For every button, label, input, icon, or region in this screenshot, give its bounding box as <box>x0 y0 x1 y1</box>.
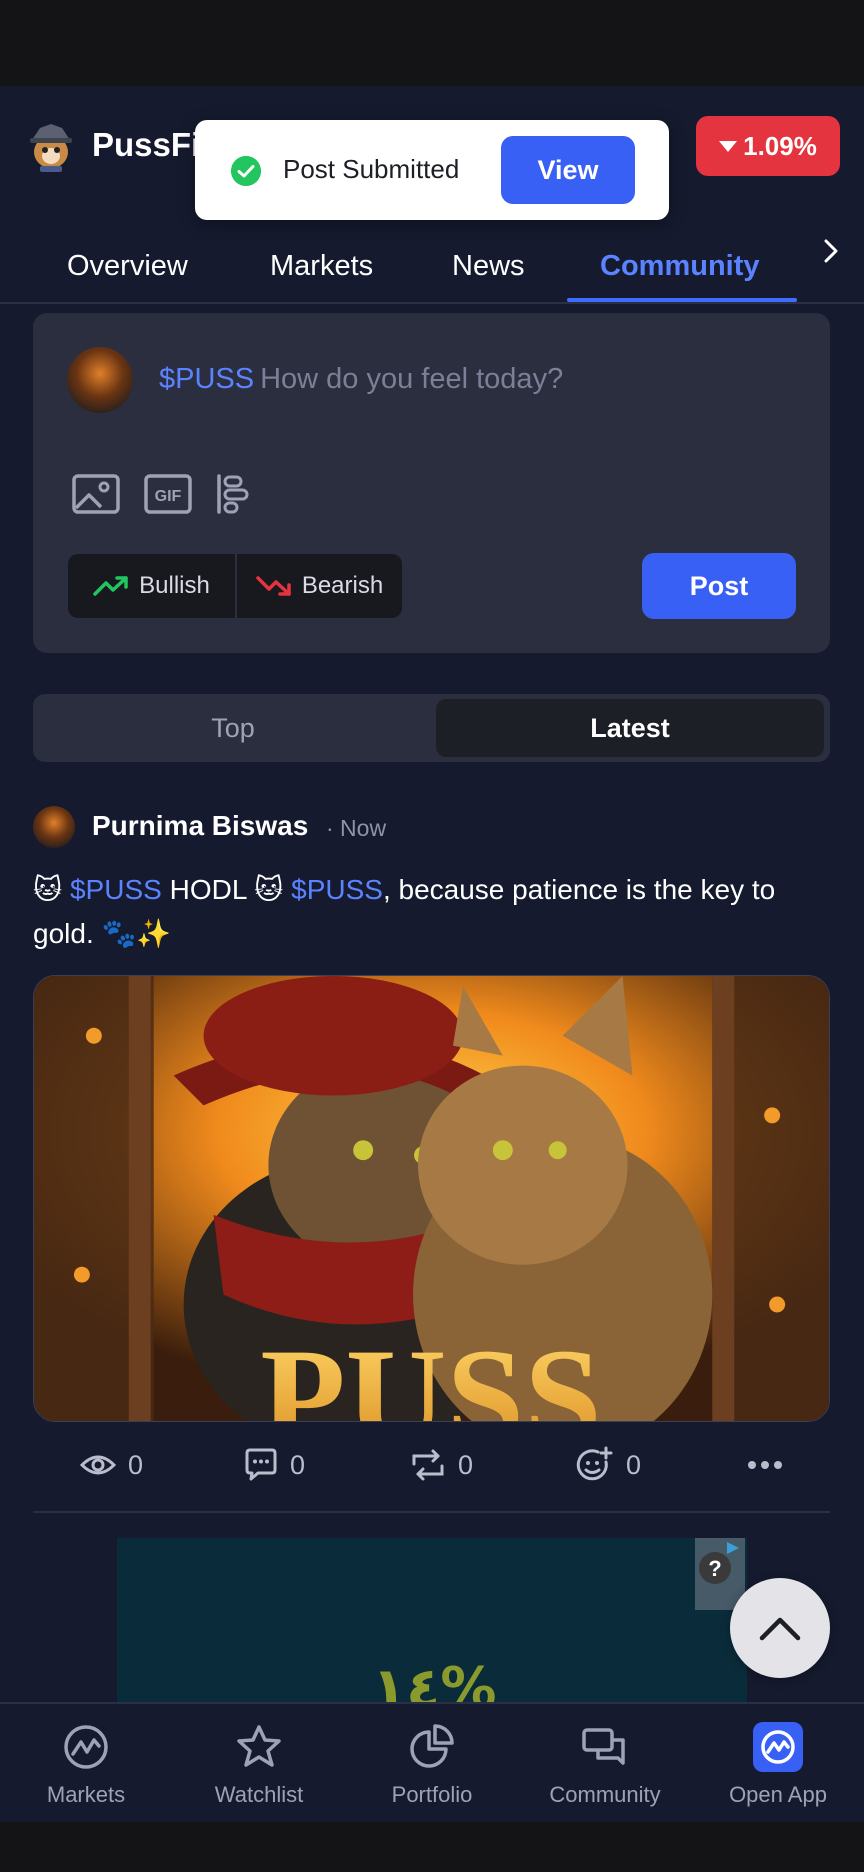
post-author[interactable]: Purnima Biswas <box>92 810 308 842</box>
post-text: 🐱 $PUSS HODL 🐱 $PUSS, because patience i… <box>33 868 833 956</box>
composer-placeholder: How do you feel today? <box>260 363 564 395</box>
toast-view-button[interactable]: View <box>501 136 635 204</box>
repost-icon <box>412 1449 444 1481</box>
markets-icon <box>64 1725 108 1769</box>
cat-emoji: 🐱 <box>254 874 284 905</box>
sentiment-selector: Bullish Bearish <box>68 554 402 618</box>
status-bar <box>0 0 864 86</box>
bottom-navigation: Markets Watchlist Portfolio Community Op… <box>0 1702 864 1822</box>
ad-text: ١٤% <box>372 1656 497 1702</box>
nav-portfolio-label: Portfolio <box>391 1782 473 1807</box>
ticker-link[interactable]: $PUSS <box>291 874 383 905</box>
post-button[interactable]: Post <box>642 553 796 619</box>
views-count: 0 <box>128 1449 144 1480</box>
trend-down-icon <box>256 576 291 596</box>
bearish-label: Bearish <box>301 572 384 599</box>
ticker-link[interactable]: $PUSS <box>70 874 162 905</box>
post-image[interactable]: PUSS <box>33 975 830 1422</box>
sort-top-option[interactable]: Top <box>33 694 433 762</box>
comment-icon <box>245 1448 277 1481</box>
scroll-to-top-button[interactable] <box>730 1578 830 1678</box>
reactions-count: 0 <box>626 1449 642 1480</box>
nav-markets-label: Markets <box>46 1782 126 1807</box>
nav-watchlist[interactable]: Watchlist <box>184 1722 334 1808</box>
tab-news[interactable]: News <box>452 250 525 283</box>
nav-open-app-label: Open App <box>729 1782 827 1807</box>
more-options-icon[interactable] <box>747 1460 783 1470</box>
tab-overview[interactable]: Overview <box>67 250 188 283</box>
pie-chart-icon <box>410 1724 454 1768</box>
tab-markets[interactable]: Markets <box>270 250 373 283</box>
composer-ticker: $PUSS <box>159 363 255 395</box>
brand-name: PussFi <box>92 126 201 163</box>
price-change-badge[interactable]: 1.09% <box>696 116 840 176</box>
nav-portfolio[interactable]: Portfolio <box>357 1722 507 1808</box>
sort-latest-option[interactable]: Latest <box>436 699 824 757</box>
check-circle-icon <box>231 156 261 186</box>
post-actions: 0 0 0 0 <box>0 1440 864 1490</box>
toast-message: Post Submitted <box>283 154 460 184</box>
feed-sort-toggle: Top Latest <box>33 694 830 762</box>
tab-community[interactable]: Community <box>600 250 760 283</box>
down-triangle-icon <box>719 140 738 152</box>
poll-icon[interactable] <box>215 473 251 515</box>
nav-markets[interactable]: Markets <box>11 1722 161 1808</box>
svg-text:GIF: GIF <box>155 488 182 505</box>
bullish-button[interactable]: Bullish <box>68 554 235 618</box>
chevron-right-icon[interactable] <box>818 236 844 266</box>
gif-icon[interactable]: GIF <box>143 473 193 515</box>
react-button[interactable]: 0 <box>576 1440 641 1490</box>
nav-community[interactable]: Community <box>530 1722 680 1808</box>
composer-input[interactable]: $PUSS How do you feel today? <box>159 363 563 396</box>
bearish-button[interactable]: Bearish <box>235 554 402 618</box>
post-composer: $PUSSHow do you feel today? GIF Bullish <box>33 313 830 653</box>
author-avatar[interactable] <box>33 806 75 848</box>
post-time: · Now <box>326 815 387 841</box>
comments-count: 0 <box>290 1449 306 1480</box>
views-stat[interactable]: 0 <box>80 1440 143 1490</box>
bullish-label: Bullish <box>139 572 210 599</box>
price-change-value: 1.09% <box>743 130 817 161</box>
reposts-count: 0 <box>458 1449 474 1480</box>
active-tab-indicator <box>567 298 797 302</box>
system-gesture-bar <box>0 1822 864 1872</box>
trend-up-icon <box>93 576 128 596</box>
puss-logo-icon[interactable] <box>28 122 74 172</box>
chevron-up-icon <box>759 1617 801 1641</box>
comments-button[interactable]: 0 <box>244 1440 305 1490</box>
app-logo-icon <box>753 1722 803 1772</box>
nav-open-app[interactable]: Open App <box>703 1722 853 1808</box>
user-avatar[interactable] <box>67 347 133 413</box>
image-icon[interactable] <box>71 473 121 515</box>
section-tabs: Overview Markets News Community <box>0 204 864 304</box>
post-text-hodl: HODL <box>169 874 247 905</box>
nav-community-label: Community <box>549 1782 661 1807</box>
chat-bubbles-icon <box>582 1728 625 1765</box>
image-caption: PUSS <box>260 1321 601 1422</box>
ad-info-icon[interactable]: ? <box>577 1536 749 1612</box>
star-icon <box>237 1725 281 1767</box>
repost-button[interactable]: 0 <box>410 1440 473 1490</box>
nav-watchlist-label: Watchlist <box>214 1782 304 1807</box>
cat-emoji: 🐱 <box>33 874 63 905</box>
svg-text:?: ? <box>708 1556 721 1581</box>
feed-divider <box>33 1511 830 1513</box>
eye-icon <box>80 1455 116 1475</box>
add-reaction-icon <box>576 1446 613 1481</box>
